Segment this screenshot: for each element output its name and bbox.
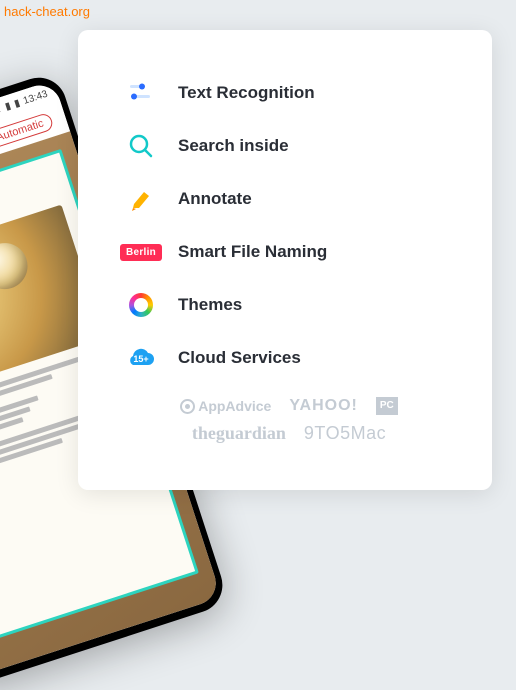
feature-card: Text Recognition Search inside Annotate [78,30,492,490]
wifi-icon: ▲ [0,103,3,117]
logo-guardian: theguardian [192,423,286,444]
feature-text-recognition[interactable]: Text Recognition [126,78,452,108]
themes-icon [126,290,156,320]
feature-themes[interactable]: Themes [126,290,452,320]
text-recognition-icon [126,78,156,108]
feature-label: Annotate [178,189,252,209]
badge-text: Berlin [120,244,162,261]
watermark-text: hack-cheat.org [4,4,90,19]
logo-9to5mac: 9TO5Mac [304,423,386,444]
appadvice-mark-icon [180,399,195,414]
logo-pcmag: PC [376,397,398,415]
feature-label: Search inside [178,136,289,156]
signal-icon: ▮ [4,100,13,112]
feature-search-inside[interactable]: Search inside [126,131,452,161]
logo-appadvice: AppAdvice [180,398,271,414]
feature-cloud-services[interactable]: 15+ Cloud Services [126,343,452,373]
press-logos: AppAdvice YAHOO! PC theguardian 9TO5Mac [126,397,452,444]
feature-annotate[interactable]: Annotate [126,184,452,214]
battery-icon: ▮ [13,97,22,109]
feature-label: Text Recognition [178,83,315,103]
logo-yahoo: YAHOO! [289,397,358,415]
highlighter-icon [126,184,156,214]
press-row-1: AppAdvice YAHOO! PC [126,397,452,415]
berlin-badge-icon: Berlin [126,237,156,267]
feature-list: Text Recognition Search inside Annotate [126,78,452,373]
feature-label: Smart File Naming [178,242,327,262]
press-row-2: theguardian 9TO5Mac [126,423,452,444]
feature-label: Cloud Services [178,348,301,368]
status-time: 13:43 [22,88,49,106]
cloud-icon: 15+ [126,343,156,373]
cloud-count: 15+ [133,354,148,364]
mode-label: Automatic [0,117,45,144]
feature-smart-file-naming[interactable]: Berlin Smart File Naming [126,237,452,267]
search-icon [126,131,156,161]
feature-label: Themes [178,295,242,315]
